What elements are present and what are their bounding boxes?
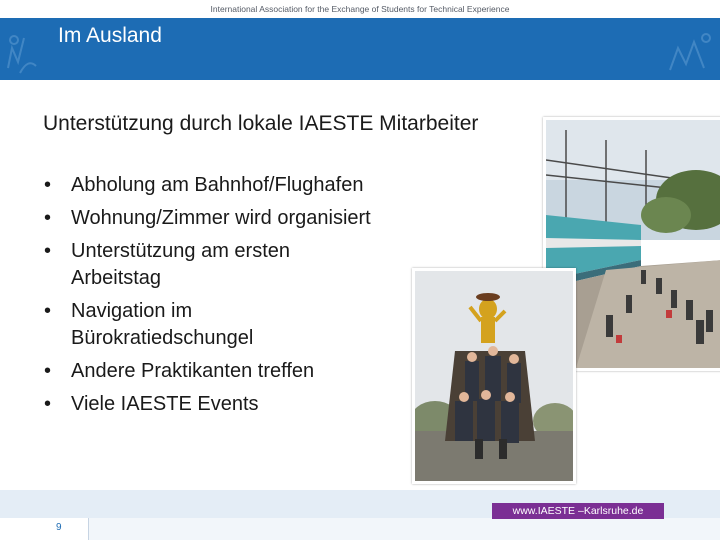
list-item-text: Unterstützung am ersten Arbeitstag (71, 240, 290, 289)
group-photo (412, 268, 576, 484)
list-item-text: Andere Praktikanten treffen (71, 360, 315, 382)
page-number-box (0, 518, 89, 540)
footer-bottom-strip (0, 518, 720, 540)
list-item-text: Wohnung/Zimmer wird organisiert (71, 207, 371, 229)
bullet-icon: • (44, 240, 52, 262)
list-item-text: Navigation im Bürokratiedschungel (71, 300, 254, 349)
header-band: Im Ausland (0, 18, 720, 80)
slide-subtitle: Unterstützung durch lokale IAESTE Mitarb… (43, 112, 479, 135)
list-item: • Andere Praktikanten treffen (44, 358, 424, 385)
bullet-icon: • (44, 300, 52, 322)
bullet-icon: • (44, 207, 52, 229)
header-decoration-right (669, 33, 711, 71)
list-item: • Navigation im Bürokratiedschungel (44, 298, 424, 352)
group-image (415, 271, 573, 481)
bullet-icon: • (44, 360, 52, 382)
header-decoration-left (7, 35, 37, 74)
bullet-icon: • (44, 393, 52, 415)
list-item: • Wohnung/Zimmer wird organisiert (44, 205, 424, 232)
list-item: • Unterstützung am ersten Arbeitstag (44, 238, 424, 292)
list-item: • Viele IAESTE Events (44, 391, 424, 418)
bullet-icon: • (44, 174, 52, 196)
list-item-text: Viele IAESTE Events (71, 393, 259, 415)
page-number: 9 (56, 522, 62, 533)
slide-title: Im Ausland (58, 24, 162, 47)
organization-line: International Association for the Exchan… (0, 0, 720, 18)
list-item-text: Abholung am Bahnhof/Flughafen (71, 174, 364, 196)
list-item: • Abholung am Bahnhof/Flughafen (44, 172, 424, 199)
bullet-list: • Abholung am Bahnhof/Flughafen • Wohnung/… (44, 172, 424, 424)
website-url-link[interactable]: www.IAESTE –Karlsruhe.de (492, 503, 664, 519)
